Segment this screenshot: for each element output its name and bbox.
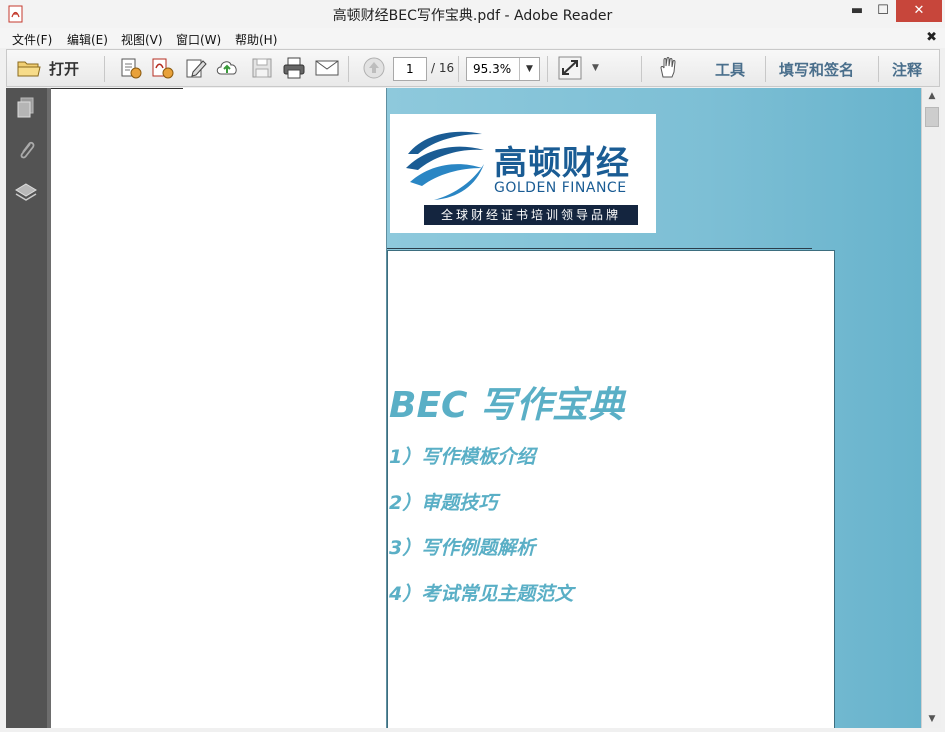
pdf-page-left	[51, 88, 387, 728]
edit-pdf-button[interactable]	[183, 56, 209, 80]
print-button[interactable]	[281, 56, 307, 80]
save-button[interactable]	[249, 56, 275, 80]
export-pdf-icon	[152, 58, 174, 79]
menu-bar: 文件(F) 编辑(E) 视图(V) 窗口(W) 帮助(H) ✖	[0, 28, 945, 48]
close-button[interactable]: ✕	[896, 0, 942, 22]
document-view[interactable]: 高顿财经 GOLDEN FINANCE 全球财经证书培训领导品牌 BEC 写作宝…	[47, 88, 921, 728]
toc-item: 3）写作例题解析	[389, 537, 536, 559]
toolbar-separator	[765, 56, 766, 82]
toc-item: 2）审题技巧	[389, 492, 498, 514]
fill-sign-pane-button[interactable]: 填写和签名	[779, 59, 854, 80]
brand-tagline: 全球财经证书培训领导品牌	[424, 205, 638, 225]
upload-cloud-button[interactable]	[215, 56, 241, 80]
toc-item: 1）写作模板介绍	[389, 446, 536, 468]
page-edge-line	[51, 88, 183, 89]
hand-tool-button[interactable]	[655, 56, 681, 80]
menu-window[interactable]: 窗口(W)	[176, 31, 221, 48]
scroll-up-arrow-icon[interactable]: ▲	[922, 88, 942, 105]
export-pdf-button[interactable]	[149, 56, 175, 80]
toolbar-separator	[348, 56, 349, 82]
zoom-value: 95.3%	[473, 62, 512, 76]
open-label: 打开	[49, 60, 80, 78]
printer-icon	[283, 57, 305, 79]
chevron-down-icon[interactable]: ▼	[519, 58, 539, 80]
save-disk-icon	[252, 58, 272, 78]
golden-finance-swoosh-logo	[406, 131, 484, 200]
page-total: / 16	[431, 61, 455, 75]
scroll-down-arrow-icon[interactable]: ▼	[922, 711, 942, 728]
attachment-paperclip-icon[interactable]	[14, 138, 38, 162]
create-pdf-button[interactable]	[117, 56, 143, 80]
expand-icon	[558, 56, 582, 80]
brand-name-en: GOLDEN FINANCE	[494, 180, 627, 196]
toolbar-separator	[104, 56, 105, 82]
window-title: 高顿财经BEC写作宝典.pdf - Adobe Reader	[332, 8, 613, 24]
envelope-icon	[315, 60, 339, 76]
open-button[interactable]: 打开	[15, 56, 95, 80]
hand-icon	[660, 57, 676, 78]
title-bar: 高顿财经BEC写作宝典.pdf - Adobe Reader ▬ ☐ ✕	[0, 0, 945, 28]
menu-file[interactable]: 文件(F)	[12, 31, 52, 48]
folder-icon	[17, 61, 41, 77]
toolbar-separator	[878, 56, 879, 82]
brand-name-cn: 高顿财经	[494, 143, 630, 182]
page-number-input[interactable]: 1	[393, 57, 427, 81]
email-button[interactable]	[314, 56, 340, 80]
cloud-upload-icon	[216, 61, 237, 75]
tools-pane-button[interactable]: 工具	[715, 59, 745, 80]
close-document-button[interactable]: ✖	[926, 30, 937, 45]
toolbar-separator	[547, 56, 548, 82]
maximize-button[interactable]: ☐	[868, 0, 898, 22]
zoom-select[interactable]: 95.3% ▼	[466, 57, 540, 81]
navigation-panel	[6, 88, 47, 728]
layers-icon[interactable]	[14, 180, 38, 204]
page-thumbnails-icon[interactable]	[14, 96, 38, 120]
vertical-scrollbar[interactable]: ▲ ▼	[921, 88, 941, 728]
fullscreen-button[interactable]	[557, 56, 583, 80]
previous-page-button[interactable]	[361, 56, 387, 80]
toc-item: 4）考试常见主题范文	[389, 583, 574, 605]
page-edge-line	[387, 248, 812, 249]
brand-logo: 高顿财经 GOLDEN FINANCE 全球财经证书培训领导品牌	[390, 114, 656, 233]
comment-pane-button[interactable]: 注释	[892, 59, 922, 80]
toolbar-separator	[458, 56, 459, 82]
toolbar-more-dropdown[interactable]: ▼	[592, 56, 606, 80]
document-title: BEC 写作宝典	[389, 385, 624, 426]
arrow-up-circle-icon	[363, 57, 385, 79]
menu-help[interactable]: 帮助(H)	[235, 31, 277, 48]
toolbar-separator	[641, 56, 642, 82]
scrollbar-thumb[interactable]	[925, 107, 939, 127]
toolbar: 打开 1 / 16 95.3% ▼ ▼ 工具 填写和签名 注释	[6, 49, 940, 87]
create-pdf-icon	[121, 58, 142, 79]
menu-view[interactable]: 视图(V)	[121, 31, 163, 48]
edit-pencil-icon	[186, 59, 207, 78]
menu-edit[interactable]: 编辑(E)	[67, 31, 108, 48]
